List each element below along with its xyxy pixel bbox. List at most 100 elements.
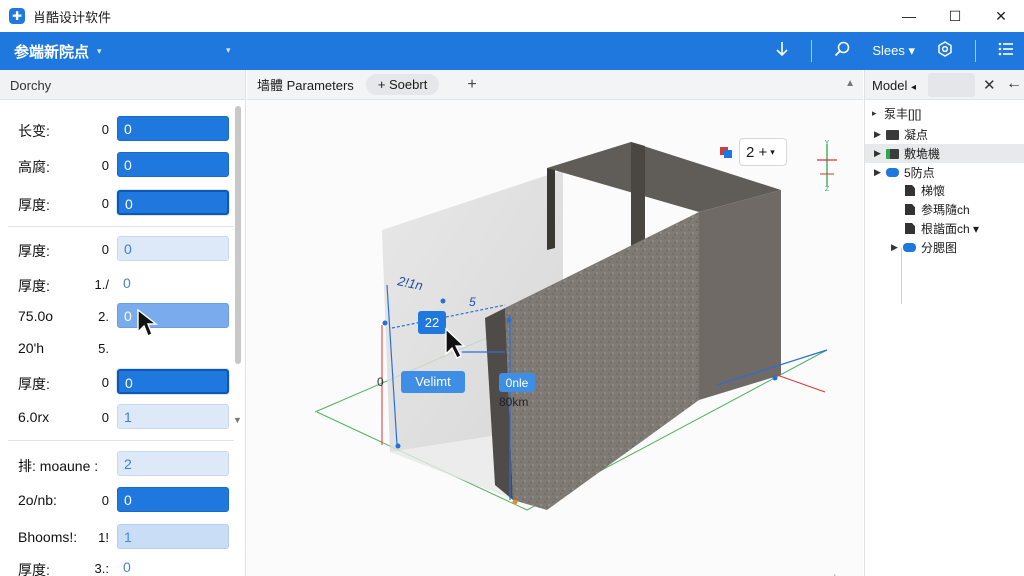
layers-icon[interactable] [719,145,733,159]
tree-item-selected[interactable]: ▶ 敷垝機 [865,144,1024,163]
property-input[interactable]: 1 [117,524,229,549]
dimension-handle[interactable] [772,375,778,381]
3d-canvas[interactable]: 2!1n 5 0 80km 22 Velimt 0nle 2 + ▾ Y Z [247,100,863,576]
list-icon[interactable] [998,42,1014,60]
app-logo-icon: ✚ [9,8,25,24]
model-panel-title: Model ◂ [872,78,917,93]
chevron-down-icon: ▾ [770,146,775,157]
model-search-input[interactable] [928,73,975,97]
zoom-dropdown[interactable]: 2 + ▾ [739,138,787,166]
mouse-cursor-icon [137,308,158,337]
project-selector[interactable]: 参端新院点 [14,41,89,62]
expand-icon[interactable]: ▶ [874,148,886,159]
maximize-button[interactable]: ☐ [932,0,978,32]
gizmo-axis-label: Y [825,140,830,147]
search-icon[interactable] [834,41,850,61]
chevron-down-icon[interactable]: ▾ [97,46,102,57]
tree-item[interactable]: 梯懷 [865,181,1024,200]
dimension-handle[interactable] [440,298,446,304]
dimension-handle[interactable] [506,317,512,323]
model-panel-header: Model ◂ ✕ ← [865,70,1024,100]
window-title: 肖酷设计软件 [33,9,112,25]
property-input[interactable]: 0 [117,271,229,296]
property-input[interactable]: 0 [117,303,229,328]
property-value: 0 [101,375,109,390]
sizes-dropdown[interactable]: Slees ▾ [872,43,915,59]
property-input[interactable]: 2 [117,451,229,476]
chevron-up-icon[interactable]: ▲ [845,78,855,89]
view-tools: 2 + ▾ [719,138,787,166]
close-icon[interactable]: ✕ [983,76,996,94]
label-badge-text: Velimt [415,374,451,389]
property-input[interactable]: 1 [117,404,229,429]
property-label: 2o/nb: [18,492,57,508]
tree-item-label: 凝点 [904,128,929,142]
tree-item[interactable]: ▶ 分腮图 [865,238,1024,257]
property-input[interactable]: 0 [117,190,229,215]
property-input[interactable]: 0 [117,116,229,141]
expand-icon[interactable]: ▶ [874,167,886,178]
tree-item[interactable]: ▶ 凝点 [865,125,1024,144]
folder-icon [886,129,899,140]
tree-item[interactable]: ▸ 泵丰[][] [865,104,1024,123]
tab-parameters[interactable]: 墙體 Parameters [257,75,354,94]
wall-slot [547,168,555,250]
property-row: 2o/nb: 0 0 [0,486,234,514]
model-panel: Model ◂ ✕ ← ▸ 泵丰[][] ▶ 凝点 ▶ 敷垝機 ▶ 5防点 梯懷 [864,70,1024,576]
tab-soebrt[interactable]: + Soebrt [365,74,440,95]
property-input[interactable]: 0 [117,487,229,512]
property-value: 3.: [94,561,109,576]
expand-icon[interactable]: ▶ [891,242,903,253]
property-label: 6.0rx [18,409,50,425]
folder-icon [886,148,899,159]
arrow-down-icon[interactable]: ↓ [832,570,838,576]
origin-handle[interactable] [512,499,518,505]
property-row: 厚度: 0 0 [0,235,234,263]
chevron-down-icon[interactable]: ▾ [226,45,231,56]
property-input[interactable]: 0 [117,236,229,261]
document-icon [905,204,915,215]
property-input[interactable]: 0 [117,555,229,576]
tree-item-label: 根諧面ch ▾ [921,222,980,236]
property-label: 高腐: [18,159,50,175]
tree-item-label: 敷垝機 [904,147,941,161]
property-input[interactable]: 0 [117,152,229,177]
tree-item-label: 5防点 [904,166,935,180]
property-row: 75.0o 2. 0 [0,302,234,330]
property-row: 20'h 5. [0,334,234,362]
dimension-line-red [776,374,826,393]
wall-model[interactable]: 2!1n 5 0 80km 22 Velimt 0nle [247,100,863,576]
property-label: 厚度: [18,562,50,576]
settings-icon[interactable] [937,41,953,61]
property-row: 厚度: 1./ 0 [0,270,234,298]
arrow-left-icon[interactable]: ← [1006,75,1022,93]
folder-icon [903,243,916,252]
collapse-icon[interactable]: ▸ [872,108,884,119]
add-tab-button[interactable]: + [467,76,476,94]
title-bar: ✚ 肖酷设计软件 — ☐ ✕ [0,0,1024,32]
scroll-down-icon[interactable]: ▼ [233,415,242,425]
properties-panel: Dorchy ▼ 长变: 0 0 高腐: 0 0 厚度: 0 0 厚度: 0 0… [0,70,246,576]
axis-gizmo-icon[interactable]: Y Z [814,138,840,192]
tree-item[interactable]: 根諧面ch ▾ [865,219,1024,238]
property-row: 长变: 0 0 [0,115,234,143]
close-button[interactable]: ✕ [978,0,1024,32]
property-value: 0 [101,493,109,508]
tree-item[interactable]: ▶ 5防点 [865,163,1024,182]
tree-item[interactable]: 参瑪隨ch [865,200,1024,219]
scrollbar[interactable] [235,106,241,364]
wall-inner-corner [631,142,645,246]
panel-title: Dorchy [0,70,245,100]
arrow-down-icon[interactable] [775,41,789,61]
expand-icon[interactable]: ▶ [874,129,886,140]
property-value: 0 [101,410,109,425]
property-input[interactable]: 0 [117,369,229,394]
section-divider [8,440,234,441]
property-value: 0 [101,122,109,137]
dimension-handle[interactable] [395,443,401,449]
property-input[interactable] [117,335,229,360]
dimension-handle[interactable] [382,320,388,326]
minimize-button[interactable]: — [886,0,932,32]
zoom-value: 2 + [746,143,768,161]
label-badge-text: 0nle [506,376,529,390]
